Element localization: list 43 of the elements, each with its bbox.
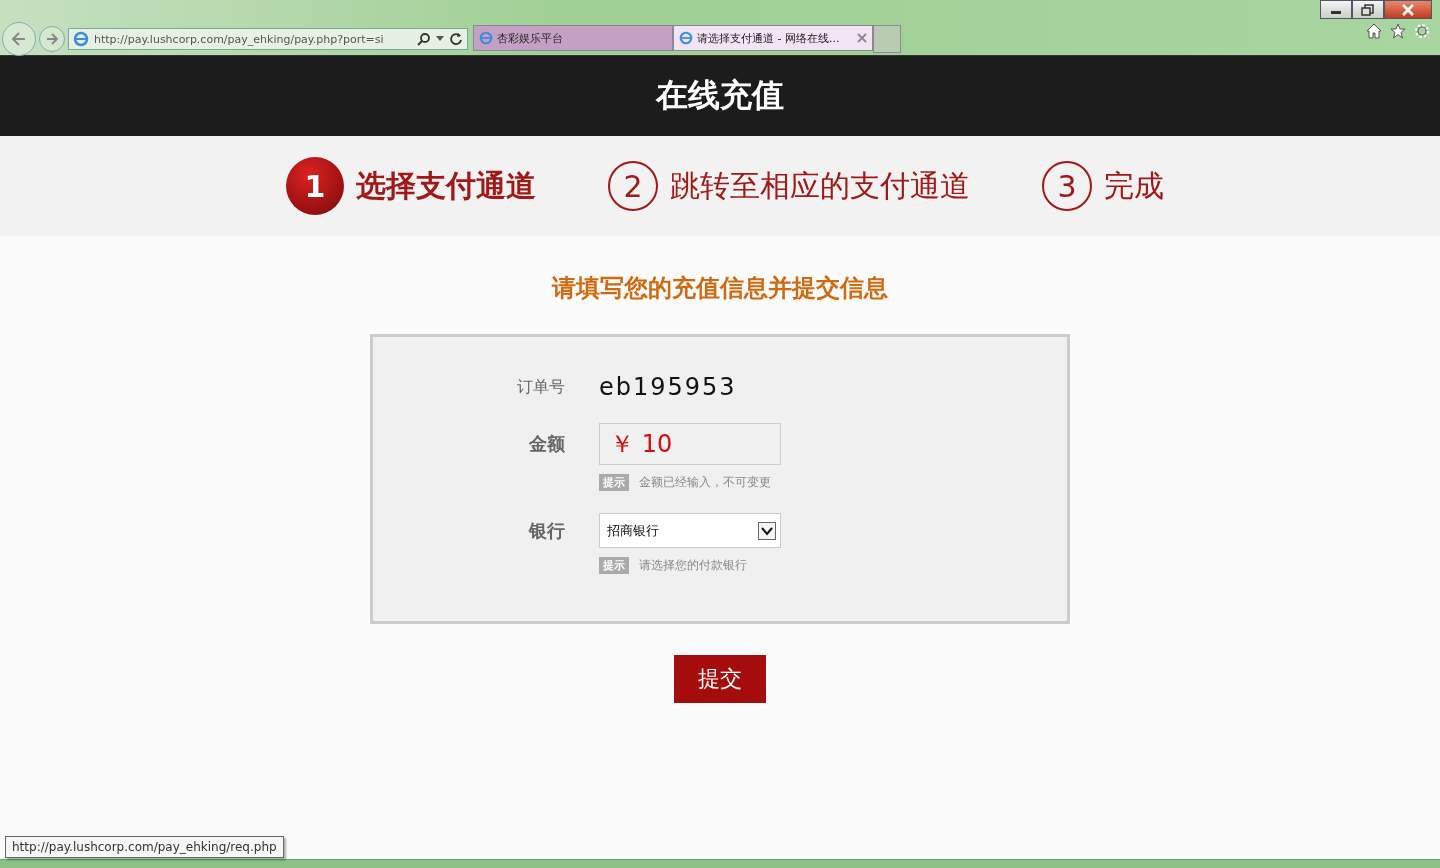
restore-icon: [1361, 3, 1375, 16]
amount-label: 金额: [528, 432, 565, 456]
amount-field[interactable]: ￥ 10: [599, 423, 781, 465]
order-number: eb195953: [599, 373, 737, 401]
submit-button[interactable]: 提交: [674, 655, 766, 703]
step-number: 2: [608, 161, 658, 211]
form-heading: 请填写您的充值信息并提交信息: [552, 273, 888, 304]
forward-button[interactable]: [39, 26, 65, 52]
browser-logo-icon: [73, 31, 89, 47]
minimize-icon: [1331, 11, 1341, 14]
back-button[interactable]: [2, 22, 36, 56]
browser-tab[interactable]: 请选择支付通道 - 网络在线...: [673, 25, 873, 51]
hint-tag: 提示: [599, 474, 629, 491]
close-button[interactable]: [1384, 0, 1432, 19]
step-number: 1: [286, 157, 344, 215]
bank-dropdown[interactable]: 招商银行: [599, 513, 781, 548]
step-label: 跳转至相应的支付通道: [670, 166, 970, 205]
browser-logo-icon: [479, 31, 493, 45]
hint-tag: 提示: [599, 557, 629, 574]
caret-icon: [758, 521, 776, 540]
step-number: 3: [1042, 161, 1092, 211]
caret-icon[interactable]: [436, 36, 444, 42]
settings-icon[interactable]: [1414, 23, 1430, 39]
page-title: 在线充值: [656, 75, 784, 116]
order-label: 订单号: [516, 376, 565, 398]
search-icon[interactable]: [417, 32, 431, 46]
close-icon: [1401, 3, 1415, 16]
address-bar[interactable]: http://pay.lushcorp.com/pay_ehking/pay.php?port=si: [68, 28, 468, 50]
browser-logo-icon: [679, 31, 693, 45]
hint-text: 金额已经输入，不可变更: [639, 474, 771, 491]
step-label: 完成: [1104, 166, 1164, 205]
maximize-button[interactable]: [1352, 0, 1384, 19]
hint-text: 请选择您的付款银行: [639, 557, 747, 574]
status-url: http://pay.lushcorp.com/pay_ehking/req.php: [5, 836, 284, 858]
refresh-icon[interactable]: [449, 32, 463, 46]
close-icon[interactable]: [857, 33, 867, 43]
minimize-button[interactable]: [1320, 0, 1352, 19]
home-icon[interactable]: [1366, 23, 1382, 39]
bank-label: 银行: [527, 518, 565, 543]
star-icon[interactable]: [1390, 23, 1406, 39]
browser-tab[interactable]: 杏彩娱乐平台: [473, 25, 673, 51]
step-label: 选择支付通道: [356, 166, 536, 205]
arrow-right-icon: [44, 31, 60, 47]
